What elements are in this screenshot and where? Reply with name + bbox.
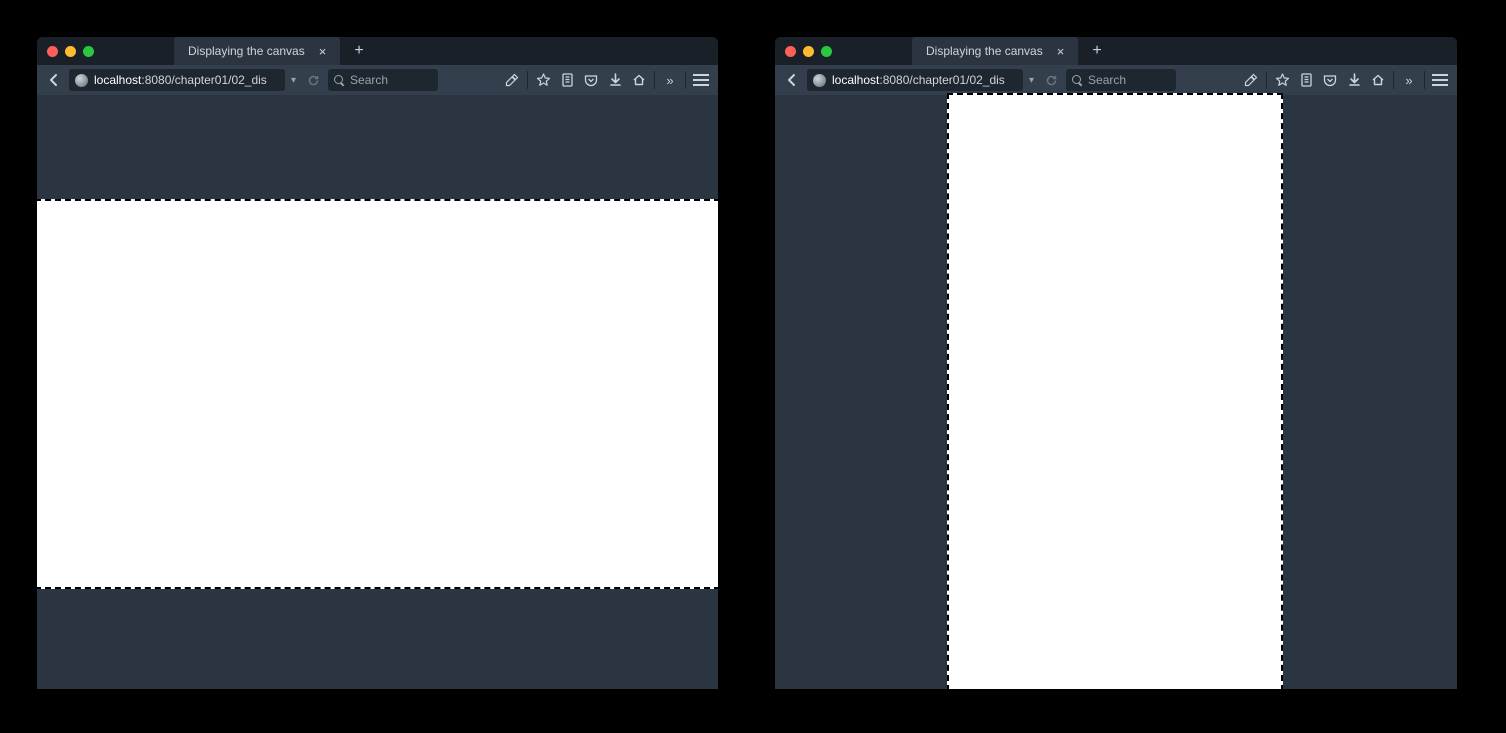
- canvas-element: [947, 93, 1283, 689]
- minimize-window-button[interactable]: [65, 46, 76, 57]
- search-input[interactable]: [1088, 73, 1170, 87]
- search-icon: [334, 75, 345, 86]
- chevron-more-icon: »: [666, 73, 673, 88]
- search-input[interactable]: [350, 73, 432, 87]
- toolbar: localhost:8080/chapter01/02_dis ▾: [775, 65, 1457, 95]
- window-controls: [775, 46, 842, 57]
- url-text: localhost:8080/chapter01/02_dis: [94, 73, 267, 87]
- maximize-window-button[interactable]: [821, 46, 832, 57]
- back-button[interactable]: [781, 69, 803, 91]
- devtools-button[interactable]: [1240, 69, 1262, 91]
- library-button[interactable]: [1295, 69, 1317, 91]
- devtools-button[interactable]: [501, 69, 523, 91]
- overflow-button[interactable]: »: [1398, 69, 1420, 91]
- browser-window-left: Displaying the canvas × + localhost:8080…: [37, 37, 718, 689]
- search-icon: [1072, 75, 1083, 86]
- url-dropdown-icon[interactable]: ▾: [289, 75, 298, 86]
- home-button[interactable]: [1367, 69, 1389, 91]
- tab-bar: Displaying the canvas × +: [775, 37, 1457, 65]
- canvas-element: [37, 199, 718, 589]
- menu-button[interactable]: [1429, 69, 1451, 91]
- toolbar: localhost:8080/chapter01/02_dis ▾: [37, 65, 718, 95]
- bookmark-button[interactable]: [532, 69, 554, 91]
- maximize-window-button[interactable]: [83, 46, 94, 57]
- url-bar[interactable]: localhost:8080/chapter01/02_dis: [69, 69, 285, 91]
- search-box[interactable]: [328, 69, 438, 91]
- browser-window-right: Displaying the canvas × + localhost:8080…: [775, 37, 1457, 689]
- pocket-button[interactable]: [580, 69, 602, 91]
- close-tab-icon[interactable]: ×: [319, 45, 327, 58]
- tab-title: Displaying the canvas: [188, 44, 305, 58]
- home-button[interactable]: [628, 69, 650, 91]
- new-tab-button[interactable]: +: [340, 42, 377, 60]
- page-viewport: [775, 95, 1457, 689]
- search-box[interactable]: [1066, 69, 1176, 91]
- url-text: localhost:8080/chapter01/02_dis: [832, 73, 1005, 87]
- downloads-button[interactable]: [604, 69, 626, 91]
- page-viewport: [37, 95, 718, 689]
- close-tab-icon[interactable]: ×: [1057, 45, 1065, 58]
- tab-title: Displaying the canvas: [926, 44, 1043, 58]
- overflow-button[interactable]: »: [659, 69, 681, 91]
- reload-button[interactable]: [1040, 69, 1062, 91]
- plus-icon: +: [354, 42, 363, 60]
- menu-button[interactable]: [690, 69, 712, 91]
- window-controls: [37, 46, 104, 57]
- minimize-window-button[interactable]: [803, 46, 814, 57]
- new-tab-button[interactable]: +: [1078, 42, 1115, 60]
- plus-icon: +: [1092, 42, 1101, 60]
- pocket-button[interactable]: [1319, 69, 1341, 91]
- close-window-button[interactable]: [785, 46, 796, 57]
- downloads-button[interactable]: [1343, 69, 1365, 91]
- back-button[interactable]: [43, 69, 65, 91]
- active-tab[interactable]: Displaying the canvas ×: [912, 37, 1078, 65]
- url-dropdown-icon[interactable]: ▾: [1027, 75, 1036, 86]
- hamburger-icon: [1432, 74, 1448, 86]
- close-window-button[interactable]: [47, 46, 58, 57]
- chevron-more-icon: »: [1405, 73, 1412, 88]
- url-bar[interactable]: localhost:8080/chapter01/02_dis: [807, 69, 1023, 91]
- active-tab[interactable]: Displaying the canvas ×: [174, 37, 340, 65]
- tab-bar: Displaying the canvas × +: [37, 37, 718, 65]
- bookmark-button[interactable]: [1271, 69, 1293, 91]
- reload-button[interactable]: [302, 69, 324, 91]
- globe-icon: [75, 74, 88, 87]
- library-button[interactable]: [556, 69, 578, 91]
- hamburger-icon: [693, 74, 709, 86]
- globe-icon: [813, 74, 826, 87]
